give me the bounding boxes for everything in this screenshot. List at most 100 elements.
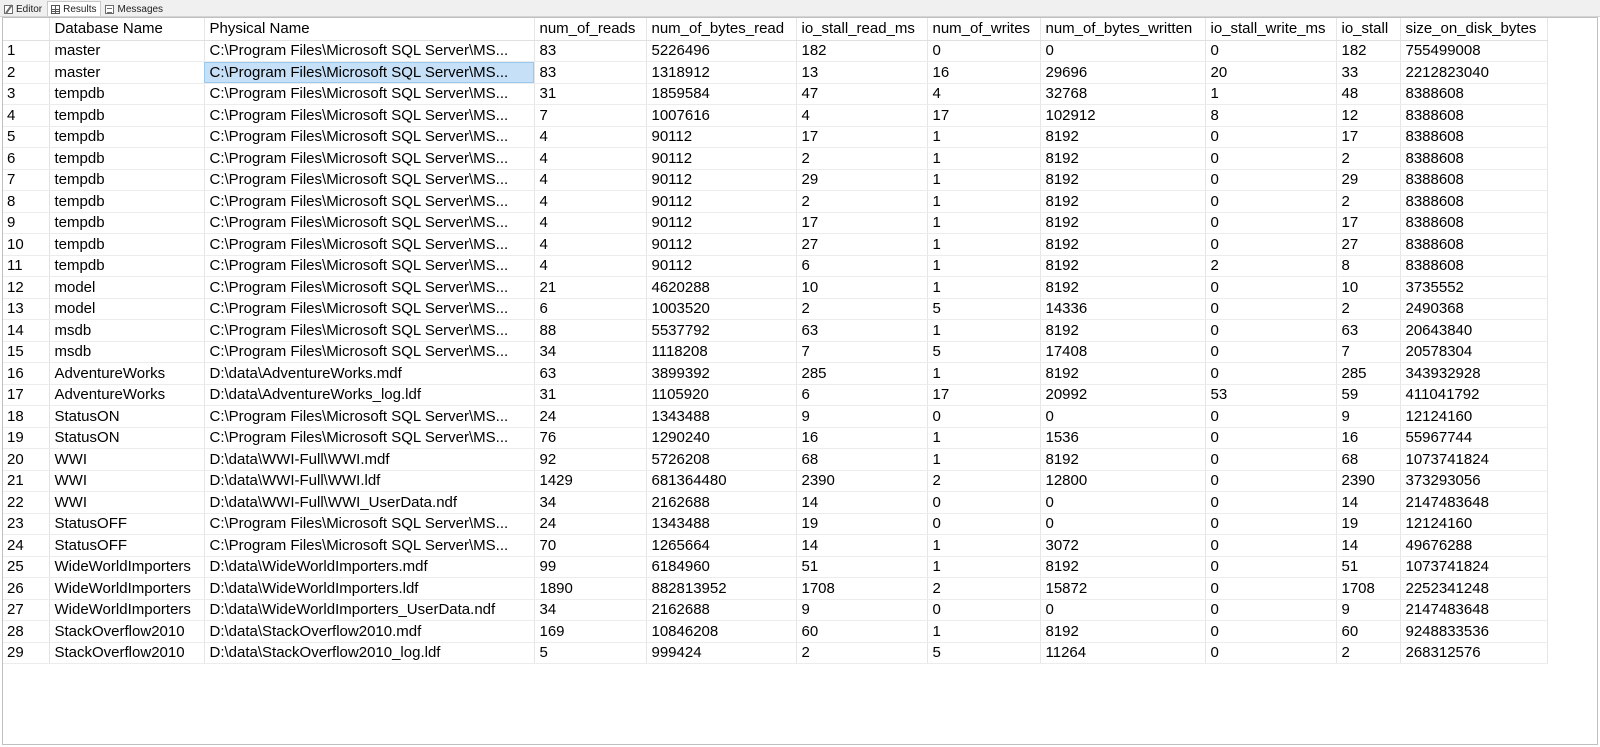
grid-cell[interactable]: D:\data\AdventureWorks_log.ldf	[204, 384, 535, 406]
grid-cell[interactable]: C:\Program Files\Microsoft SQL Server\MS…	[204, 341, 535, 363]
results-grid[interactable]: Database Name Physical Name num_of_reads nu…	[2, 17, 1598, 745]
grid-cell[interactable]: C:\Program Files\Microsoft SQL Server\MS…	[204, 276, 535, 299]
grid-cell[interactable]: 3735552	[1400, 276, 1548, 299]
grid-cell[interactable]: 8388608	[1400, 147, 1548, 170]
grid-cell[interactable]: 51	[1336, 556, 1401, 578]
grid-cell[interactable]: 90112	[646, 169, 797, 191]
table-row[interactable]: 23 StatusOFF C:\Program Files\Microsoft SQ…	[3, 513, 1548, 535]
grid-cell[interactable]: 8388608	[1400, 233, 1548, 256]
grid-cell[interactable]: 0	[1205, 427, 1337, 449]
grid-cell[interactable]: 5	[927, 341, 1041, 363]
grid-cell[interactable]: 14336	[1040, 298, 1206, 320]
grid-cell[interactable]: 3899392	[646, 362, 797, 385]
grid-cell[interactable]: 24	[534, 513, 647, 535]
grid-cell[interactable]: 268312576	[1400, 642, 1548, 664]
column-header[interactable]: num_of_writes	[927, 18, 1041, 41]
grid-cell[interactable]: 0	[1205, 599, 1337, 621]
grid-cell[interactable]: 102912	[1040, 104, 1206, 127]
grid-cell[interactable]: WideWorldImporters	[49, 556, 205, 578]
grid-cell[interactable]: 1290240	[646, 427, 797, 449]
table-row[interactable]: 17 AdventureWorks D:\data\AdventureWorks_l…	[3, 384, 1548, 406]
grid-cell[interactable]: 17	[1336, 212, 1401, 234]
grid-cell[interactable]: C:\Program Files\Microsoft SQL Server\MS…	[204, 534, 535, 557]
grid-cell[interactable]: 8192	[1040, 147, 1206, 170]
grid-cell[interactable]: 4	[534, 169, 647, 191]
grid-cell[interactable]: C:\Program Files\Microsoft SQL Server\MS…	[204, 169, 535, 191]
grid-cell[interactable]: 0	[1205, 448, 1337, 471]
column-header[interactable]: num_of_reads	[534, 18, 647, 41]
grid-cell[interactable]: 51	[796, 556, 928, 578]
grid-cell[interactable]: 12	[1336, 104, 1401, 127]
grid-cell[interactable]: 90112	[646, 212, 797, 234]
grid-cell[interactable]: 5226496	[646, 40, 797, 62]
grid-cell[interactable]: C:\Program Files\Microsoft SQL Server\MS…	[204, 147, 535, 170]
table-row[interactable]: 29 StackOverflow2010 D:\data\StackOverflow…	[3, 642, 1548, 664]
grid-cell[interactable]: AdventureWorks	[49, 384, 205, 406]
row-number[interactable]: 25	[3, 556, 50, 578]
grid-cell[interactable]: 0	[1040, 40, 1206, 62]
grid-cell[interactable]: 0	[1205, 620, 1337, 643]
grid-cell[interactable]: 12800	[1040, 470, 1206, 492]
grid-cell[interactable]: 6	[796, 384, 928, 406]
grid-cell[interactable]: 0	[1205, 40, 1337, 62]
grid-cell[interactable]: D:\data\StackOverflow2010.mdf	[204, 620, 535, 643]
grid-cell[interactable]: 1	[927, 362, 1041, 385]
grid-cell[interactable]: 2147483648	[1400, 599, 1548, 621]
grid-cell[interactable]: 1	[927, 147, 1041, 170]
grid-cell[interactable]: StatusON	[49, 405, 205, 428]
grid-cell[interactable]: 99	[534, 556, 647, 578]
grid-cell[interactable]: 16	[796, 427, 928, 449]
grid-cell[interactable]: 2	[796, 298, 928, 320]
row-number[interactable]: 14	[3, 319, 50, 342]
row-number[interactable]: 7	[3, 169, 50, 191]
grid-cell[interactable]: 1073741824	[1400, 448, 1548, 471]
grid-cell[interactable]: 7	[1336, 341, 1401, 363]
grid-cell[interactable]: C:\Program Files\Microsoft SQL Server\MS…	[204, 83, 535, 105]
table-row[interactable]: 10 tempdb C:\Program Files\Microsoft SQL S…	[3, 233, 1548, 256]
grid-cell[interactable]: 0	[1205, 126, 1337, 148]
grid-cell[interactable]: tempdb	[49, 233, 205, 256]
grid-cell[interactable]: WWI	[49, 448, 205, 471]
grid-cell[interactable]: 2	[927, 577, 1041, 600]
grid-cell[interactable]: 1343488	[646, 405, 797, 428]
grid-cell[interactable]: 8	[1336, 255, 1401, 277]
grid-cell[interactable]: 0	[1205, 362, 1337, 385]
grid-cell[interactable]: 12124160	[1400, 405, 1548, 428]
column-header[interactable]: io_stall	[1336, 18, 1401, 41]
table-row[interactable]: 24 StatusOFF C:\Program Files\Microsoft SQ…	[3, 534, 1548, 557]
grid-cell[interactable]: 3072	[1040, 534, 1206, 557]
grid-cell[interactable]: 2	[1336, 298, 1401, 320]
row-number[interactable]: 27	[3, 599, 50, 621]
grid-cell[interactable]: 1	[927, 233, 1041, 256]
grid-cell[interactable]: 1	[927, 620, 1041, 643]
grid-cell[interactable]: 0	[1205, 491, 1337, 514]
grid-cell[interactable]: 2147483648	[1400, 491, 1548, 514]
grid-cell[interactable]: 0	[1205, 169, 1337, 191]
row-number[interactable]: 18	[3, 405, 50, 428]
grid-cell[interactable]: 49676288	[1400, 534, 1548, 557]
grid-cell[interactable]: 11264	[1040, 642, 1206, 664]
table-row[interactable]: 28 StackOverflow2010 D:\data\StackOverflow…	[3, 620, 1548, 643]
grid-cell[interactable]: 9	[1336, 599, 1401, 621]
grid-cell[interactable]: 0	[927, 513, 1041, 535]
grid-cell[interactable]: 4	[796, 104, 928, 127]
grid-cell[interactable]: C:\Program Files\Microsoft SQL Server\MS…	[204, 427, 535, 449]
row-number-header[interactable]	[3, 18, 50, 41]
grid-cell[interactable]: StatusOFF	[49, 513, 205, 535]
row-number[interactable]: 1	[3, 40, 50, 62]
grid-cell[interactable]: 17	[927, 384, 1041, 406]
grid-cell[interactable]: 1	[927, 556, 1041, 578]
grid-cell[interactable]: 19	[1336, 513, 1401, 535]
tab-messages[interactable]: Messages	[101, 1, 168, 16]
table-row[interactable]: 13 model C:\Program Files\Microsoft SQL Se…	[3, 298, 1548, 320]
grid-cell[interactable]: 1073741824	[1400, 556, 1548, 578]
row-number[interactable]: 10	[3, 233, 50, 256]
grid-cell[interactable]: 1105920	[646, 384, 797, 406]
table-row[interactable]: 18 StatusON C:\Program Files\Microsoft SQL…	[3, 405, 1548, 428]
grid-cell[interactable]: 17	[796, 212, 928, 234]
grid-cell[interactable]: WideWorldImporters	[49, 577, 205, 600]
grid-cell[interactable]: 12124160	[1400, 513, 1548, 535]
grid-cell[interactable]: 5	[927, 298, 1041, 320]
grid-cell[interactable]: 60	[1336, 620, 1401, 643]
grid-cell[interactable]: WWI	[49, 491, 205, 514]
